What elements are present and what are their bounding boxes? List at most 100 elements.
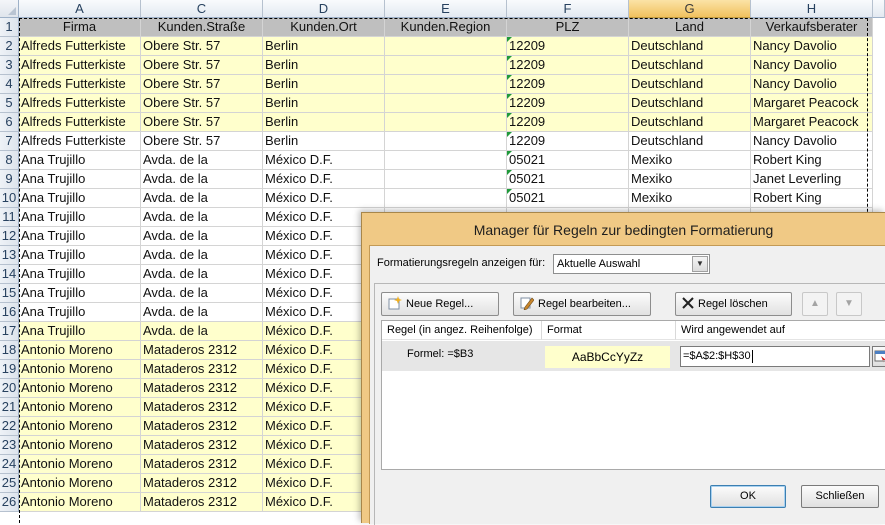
header-cell[interactable]: PLZ — [507, 18, 629, 37]
header-cell[interactable]: Firma — [19, 18, 141, 37]
table-cell[interactable]: 12209 — [507, 94, 629, 113]
table-cell[interactable]: Mexiko — [629, 170, 751, 189]
table-cell[interactable]: Antonio Moreno — [19, 455, 141, 474]
table-cell[interactable]: Janet Leverling — [751, 170, 873, 189]
edit-rule-button[interactable]: Regel bearbeiten... — [513, 292, 651, 316]
table-cell[interactable]: 05021 — [507, 189, 629, 208]
row-number[interactable]: 18 — [0, 341, 19, 360]
table-cell[interactable]: Ana Trujillo — [19, 170, 141, 189]
row-number[interactable]: 10 — [0, 189, 19, 208]
table-cell[interactable]: Berlin — [263, 94, 385, 113]
table-cell[interactable]: Avda. de la — [141, 151, 263, 170]
table-cell[interactable]: Nancy Davolio — [751, 56, 873, 75]
table-cell[interactable]: Antonio Moreno — [19, 360, 141, 379]
table-cell[interactable] — [385, 94, 507, 113]
table-cell[interactable]: Margaret Peacock — [751, 113, 873, 132]
table-cell[interactable]: Avda. de la — [141, 303, 263, 322]
error-indicator-icon[interactable] — [507, 132, 512, 137]
row-number[interactable]: 23 — [0, 436, 19, 455]
table-cell[interactable] — [385, 56, 507, 75]
column-letter[interactable]: F — [507, 0, 629, 18]
table-cell[interactable]: Mataderos 2312 — [141, 341, 263, 360]
column-header-applies-to[interactable]: Wird angewendet auf — [676, 321, 885, 340]
table-cell[interactable]: Nancy Davolio — [751, 75, 873, 94]
table-cell[interactable]: Deutschland — [629, 113, 751, 132]
table-cell[interactable]: Berlin — [263, 132, 385, 151]
table-cell[interactable]: Nancy Davolio — [751, 37, 873, 56]
table-cell[interactable]: Obere Str. 57 — [141, 56, 263, 75]
table-cell[interactable] — [385, 151, 507, 170]
close-button[interactable]: Schließen — [801, 485, 879, 508]
table-cell[interactable] — [385, 75, 507, 94]
table-cell[interactable]: Avda. de la — [141, 246, 263, 265]
error-indicator-icon[interactable] — [507, 113, 512, 118]
table-cell[interactable]: Berlin — [263, 37, 385, 56]
table-cell[interactable]: Obere Str. 57 — [141, 94, 263, 113]
table-cell[interactable]: México D.F. — [263, 170, 385, 189]
table-cell[interactable]: Antonio Moreno — [19, 341, 141, 360]
table-cell[interactable]: Robert King — [751, 189, 873, 208]
table-cell[interactable]: México D.F. — [263, 189, 385, 208]
table-cell[interactable]: Obere Str. 57 — [141, 75, 263, 94]
select-all-corner[interactable] — [0, 0, 19, 18]
column-letter[interactable]: C — [141, 0, 263, 18]
table-cell[interactable]: Deutschland — [629, 37, 751, 56]
error-indicator-icon[interactable] — [507, 37, 512, 42]
error-indicator-icon[interactable] — [507, 56, 512, 61]
row-number[interactable]: 5 — [0, 94, 19, 113]
table-cell[interactable]: Deutschland — [629, 94, 751, 113]
table-cell[interactable]: 12209 — [507, 56, 629, 75]
header-cell[interactable]: Kunden.Region — [385, 18, 507, 37]
table-cell[interactable]: Avda. de la — [141, 189, 263, 208]
column-header-rule[interactable]: Regel (in angez. Reihenfolge) — [382, 321, 542, 340]
row-number[interactable]: 26 — [0, 493, 19, 512]
move-down-button[interactable]: ▼ — [836, 292, 862, 316]
row-number[interactable]: 17 — [0, 322, 19, 341]
error-indicator-icon[interactable] — [507, 94, 512, 99]
row-number[interactable]: 1 — [0, 18, 19, 37]
table-cell[interactable]: Obere Str. 57 — [141, 132, 263, 151]
table-cell[interactable]: Avda. de la — [141, 227, 263, 246]
column-letter[interactable]: G — [629, 0, 751, 18]
row-number[interactable]: 15 — [0, 284, 19, 303]
table-cell[interactable] — [385, 170, 507, 189]
table-cell[interactable]: Mataderos 2312 — [141, 417, 263, 436]
row-number[interactable]: 16 — [0, 303, 19, 322]
table-cell[interactable]: Mexiko — [629, 151, 751, 170]
table-cell[interactable]: Ana Trujillo — [19, 284, 141, 303]
range-picker-button[interactable] — [872, 346, 885, 367]
row-number[interactable]: 4 — [0, 75, 19, 94]
table-cell[interactable]: Alfreds Futterkiste — [19, 37, 141, 56]
table-cell[interactable]: Berlin — [263, 113, 385, 132]
table-cell[interactable]: Antonio Moreno — [19, 493, 141, 512]
table-cell[interactable]: Ana Trujillo — [19, 322, 141, 341]
table-cell[interactable]: Avda. de la — [141, 322, 263, 341]
move-up-button[interactable]: ▲ — [802, 292, 828, 316]
table-cell[interactable]: 12209 — [507, 113, 629, 132]
table-cell[interactable]: Mataderos 2312 — [141, 474, 263, 493]
column-letter[interactable]: D — [263, 0, 385, 18]
table-cell[interactable] — [385, 113, 507, 132]
new-rule-button[interactable]: Neue Regel... — [381, 292, 499, 316]
row-number[interactable]: 2 — [0, 37, 19, 56]
header-cell[interactable]: Land — [629, 18, 751, 37]
table-cell[interactable] — [385, 189, 507, 208]
table-cell[interactable]: Mataderos 2312 — [141, 398, 263, 417]
row-number[interactable]: 24 — [0, 455, 19, 474]
table-cell[interactable]: México D.F. — [263, 151, 385, 170]
table-cell[interactable]: Alfreds Futterkiste — [19, 94, 141, 113]
row-number[interactable]: 7 — [0, 132, 19, 151]
table-cell[interactable]: Alfreds Futterkiste — [19, 113, 141, 132]
table-cell[interactable]: Berlin — [263, 56, 385, 75]
table-cell[interactable]: Alfreds Futterkiste — [19, 132, 141, 151]
table-cell[interactable]: Mataderos 2312 — [141, 493, 263, 512]
table-cell[interactable]: Avda. de la — [141, 208, 263, 227]
table-cell[interactable]: Antonio Moreno — [19, 436, 141, 455]
table-cell[interactable]: Obere Str. 57 — [141, 113, 263, 132]
error-indicator-icon[interactable] — [507, 189, 512, 194]
row-number[interactable]: 11 — [0, 208, 19, 227]
table-cell[interactable]: Nancy Davolio — [751, 132, 873, 151]
row-number[interactable]: 9 — [0, 170, 19, 189]
error-indicator-icon[interactable] — [507, 151, 512, 156]
table-cell[interactable]: Avda. de la — [141, 265, 263, 284]
